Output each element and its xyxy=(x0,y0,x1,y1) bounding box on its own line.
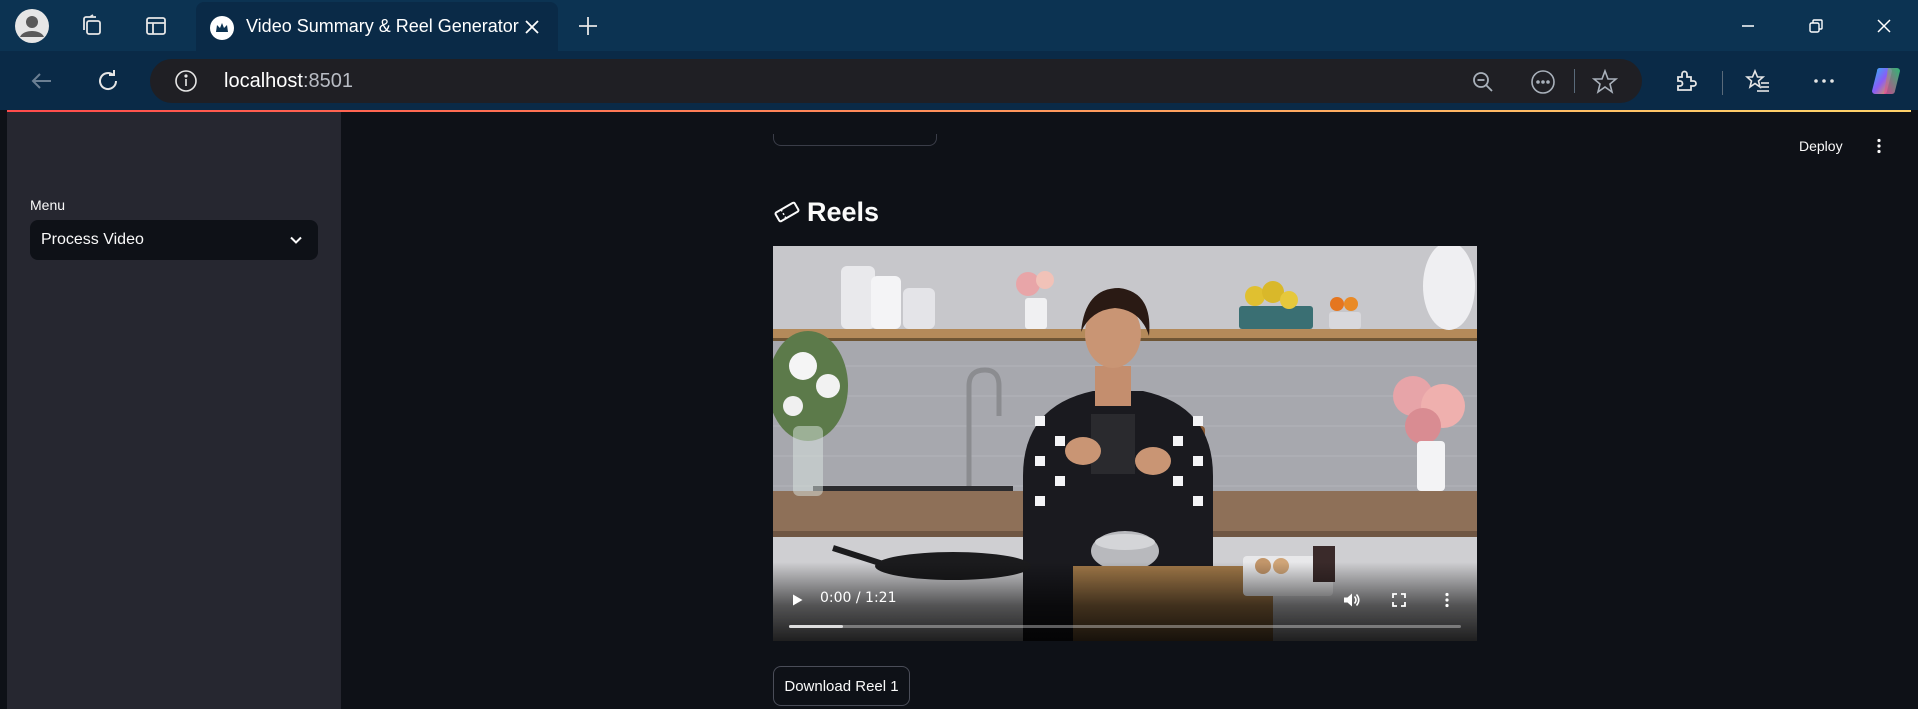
video-progress-buffered xyxy=(789,625,843,628)
ellipsis-icon[interactable] xyxy=(1806,63,1842,99)
url-host: localhost xyxy=(224,70,303,92)
zoom-out-icon[interactable] xyxy=(1468,67,1498,97)
menu-select[interactable]: Process Video xyxy=(30,220,318,260)
volume-icon[interactable] xyxy=(1339,588,1363,612)
minimize-icon[interactable] xyxy=(1726,8,1770,44)
reels-heading-text: Reels xyxy=(807,196,880,227)
video-more-options-icon[interactable] xyxy=(1435,588,1459,612)
video-controls: 0:00 / 1:21 xyxy=(773,562,1477,641)
profile-icon[interactable] xyxy=(14,8,50,44)
info-icon[interactable] xyxy=(174,69,198,93)
sidebar: Menu Process Video xyxy=(7,112,341,709)
copilot-icon[interactable] xyxy=(1868,63,1904,99)
url-separator xyxy=(1574,69,1575,93)
address-bar-row: localhost:8501 xyxy=(0,51,1918,110)
previous-widget-edge xyxy=(773,134,937,146)
more-options-icon[interactable] xyxy=(1528,67,1558,97)
reels-heading: Reels xyxy=(773,196,879,228)
chevron-down-icon[interactable] xyxy=(286,230,306,250)
tab-close-icon[interactable] xyxy=(520,15,544,39)
play-icon[interactable] xyxy=(785,588,809,612)
streamlit-app: Menu Process Video Deploy Reels 0:00 / 1… xyxy=(7,110,1911,709)
menu-select-value: Process Video xyxy=(41,231,144,248)
extensions-icon[interactable] xyxy=(1668,63,1704,99)
restore-icon[interactable] xyxy=(1794,8,1838,44)
star-icon[interactable] xyxy=(1590,67,1620,97)
main-menu-kebab-icon[interactable] xyxy=(1869,136,1889,156)
reel-video-player[interactable]: 0:00 / 1:21 xyxy=(773,246,1477,641)
favorites-icon[interactable] xyxy=(1740,63,1776,99)
deploy-button[interactable]: Deploy xyxy=(1799,138,1843,154)
video-progress-bar[interactable] xyxy=(789,625,1461,628)
workspaces-icon[interactable] xyxy=(74,8,110,44)
window-close-icon[interactable] xyxy=(1862,8,1906,44)
toolbar-separator xyxy=(1722,71,1723,95)
active-tab[interactable]: Video Summary & Reel Generator xyxy=(196,2,558,51)
url-field[interactable]: localhost:8501 xyxy=(150,59,1642,103)
tab-actions-icon[interactable] xyxy=(138,8,174,44)
video-time: 0:00 / 1:21 xyxy=(820,590,897,606)
fullscreen-icon[interactable] xyxy=(1387,588,1411,612)
refresh-icon[interactable] xyxy=(90,63,126,99)
back-arrow-icon[interactable] xyxy=(24,63,60,99)
browser-tab-bar: Video Summary & Reel Generator xyxy=(0,0,1918,51)
new-tab-plus-icon[interactable] xyxy=(570,8,606,44)
url-port: :8501 xyxy=(302,70,353,92)
streamlit-crown-icon xyxy=(210,16,234,40)
film-ticket-icon xyxy=(773,198,801,226)
url-text[interactable]: localhost:8501 xyxy=(224,70,353,93)
menu-label: Menu xyxy=(30,197,66,213)
download-reel-button[interactable]: Download Reel 1 xyxy=(773,666,910,706)
tab-title: Video Summary & Reel Generator xyxy=(246,16,519,36)
